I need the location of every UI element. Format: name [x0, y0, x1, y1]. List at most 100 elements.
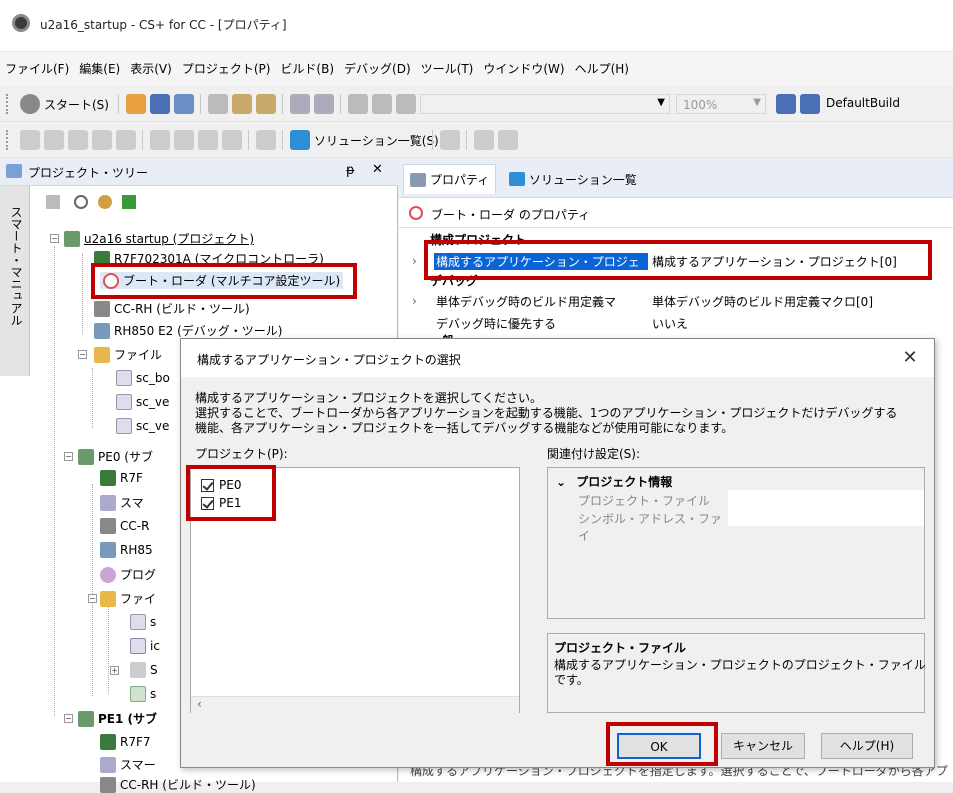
solution-icon[interactable]: [290, 130, 310, 150]
chevron-right-icon[interactable]: ›: [412, 254, 434, 268]
chevron-down-icon[interactable]: ▼: [657, 97, 665, 108]
menu-project[interactable]: プロジェクト(P): [177, 52, 276, 86]
tree-item-folder[interactable]: S: [130, 662, 158, 678]
find-all-icon[interactable]: [372, 94, 392, 114]
tree-item-file[interactable]: sc_ve: [116, 394, 169, 410]
menu-file[interactable]: ファイル(F): [0, 52, 74, 86]
step-icon[interactable]: [150, 130, 170, 150]
tree-item-file[interactable]: sc_bo: [116, 370, 170, 386]
tree-item-microcontroller[interactable]: R7F702301A (マイクロコントローラ): [94, 250, 324, 267]
project-list[interactable]: PE0 PE1 ‹: [190, 467, 520, 713]
tree-item-project[interactable]: u2a16 startup (プロジェクト): [64, 230, 254, 247]
step-icon[interactable]: [222, 130, 242, 150]
tree-item-files[interactable]: ファイル: [94, 346, 162, 363]
rebuild-icon[interactable]: [800, 94, 820, 114]
debug-icon[interactable]: [116, 130, 136, 150]
tool-icon[interactable]: [474, 130, 494, 150]
zoom-combo[interactable]: 100% ▼: [676, 94, 766, 114]
sort-icon[interactable]: [46, 195, 60, 209]
menu-build[interactable]: ビルド(B): [275, 52, 339, 86]
settings-value-symbol-file[interactable]: [728, 508, 924, 526]
tree-item-pe1-build[interactable]: CC-RH (ビルド・ツール): [100, 776, 256, 793]
checkbox-checked[interactable]: [201, 496, 214, 510]
project-checkbox-pe0[interactable]: PE0: [201, 478, 241, 492]
menu-help[interactable]: ヘルプ(H): [570, 52, 634, 86]
settings-value-project-file[interactable]: [728, 490, 924, 508]
settings-row-symbol-file[interactable]: シンボル・アドレス・ファイ: [578, 510, 728, 544]
menu-tools[interactable]: ツール(T): [416, 52, 479, 86]
find-icon[interactable]: [348, 94, 368, 114]
step-icon[interactable]: [174, 130, 194, 150]
chevron-down-icon[interactable]: ⌄: [556, 475, 566, 489]
solution-list-button[interactable]: ソリューション一覧(S): [314, 132, 439, 149]
toolbar-grip[interactable]: [6, 94, 10, 114]
property-row-app-projects[interactable]: › 構成するアプリケーション・プロジェ 構成するアプリケーション・プロジェクト[…: [412, 250, 952, 272]
smart-manual-tab[interactable]: スマート・マニュアル: [0, 186, 30, 376]
tree-item-pe0-debug[interactable]: RH85: [100, 542, 153, 558]
tree-item-pe1[interactable]: PE1 (サブ: [78, 710, 157, 727]
tree-item-pe0-program[interactable]: プログ: [100, 566, 156, 583]
refresh-icon[interactable]: [122, 195, 136, 209]
chevron-left-icon[interactable]: ‹: [197, 697, 202, 711]
ok-button[interactable]: OK: [617, 733, 701, 759]
settings-row-project-file[interactable]: プロジェクト・ファイル: [578, 492, 728, 509]
copy-icon[interactable]: [232, 94, 252, 114]
horizontal-scrollbar[interactable]: ‹: [191, 696, 519, 713]
tree-item-debug-tool[interactable]: RH850 E2 (デバッグ・ツール): [94, 322, 282, 339]
tree-item-pe0-smart[interactable]: スマ: [100, 494, 144, 511]
tree-item-file[interactable]: s: [130, 686, 156, 702]
tree-item-pe0[interactable]: PE0 (サブ: [78, 448, 153, 465]
tree-item-build-tool[interactable]: CC-RH (ビルド・ツール): [94, 300, 250, 317]
window-icon[interactable]: [256, 130, 276, 150]
debug-icon[interactable]: [92, 130, 112, 150]
build-icon[interactable]: [776, 94, 796, 114]
menu-edit[interactable]: 編集(E): [74, 52, 125, 86]
association-settings-grid[interactable]: ⌄ プロジェクト情報 プロジェクト・ファイル シンボル・アドレス・ファイ: [547, 467, 925, 619]
debug-icon[interactable]: [68, 130, 88, 150]
menu-view[interactable]: 表示(V): [125, 52, 177, 86]
property-row-build-macro[interactable]: › 単体デバッグ時のビルド用定義マ 単体デバッグ時のビルド用定義マクロ[0]: [412, 290, 952, 312]
settings-category[interactable]: ⌄ プロジェクト情報: [556, 473, 672, 490]
debug-icon[interactable]: [20, 130, 40, 150]
cut-icon[interactable]: [208, 94, 228, 114]
redo-icon[interactable]: [314, 94, 334, 114]
save-all-icon[interactable]: [174, 94, 194, 114]
help-button[interactable]: ヘルプ(H): [821, 733, 913, 759]
start-icon[interactable]: [20, 94, 40, 114]
tree-item-pe0-build[interactable]: CC-R: [100, 518, 149, 534]
tree-item-pe0-files[interactable]: ファイ: [100, 590, 156, 607]
property-row-debug-priority[interactable]: デバッグ時に優先する いいえ: [412, 312, 952, 334]
replace-icon[interactable]: [396, 94, 416, 114]
tree-item-pe1-smart[interactable]: スマー: [100, 756, 156, 773]
project-checkbox-pe1[interactable]: PE1: [201, 496, 241, 510]
tree-item-pe1-mcu[interactable]: R7F7: [100, 734, 151, 750]
tool-icon[interactable]: [440, 130, 460, 150]
tool-icon[interactable]: [498, 130, 518, 150]
search-combo[interactable]: ▼: [420, 94, 670, 114]
close-icon[interactable]: ✕: [899, 347, 921, 369]
paste-icon[interactable]: [256, 94, 276, 114]
tree-item-pe0-mcu[interactable]: R7F: [100, 470, 143, 486]
checkbox-checked[interactable]: [201, 478, 214, 492]
menu-window[interactable]: ウインドウ(W): [478, 52, 569, 86]
debug-icon[interactable]: [44, 130, 64, 150]
open-icon[interactable]: [126, 94, 146, 114]
chevron-down-icon[interactable]: ▼: [753, 97, 761, 108]
tree-item-file[interactable]: s: [130, 614, 156, 630]
tree-item-bootloader[interactable]: ブート・ローダ (マルチコア設定ツール): [100, 272, 344, 289]
close-icon[interactable]: ✕: [372, 162, 383, 177]
cancel-button[interactable]: キャンセル: [721, 733, 805, 759]
category-composition[interactable]: 構成プロジェクト: [430, 231, 953, 248]
clock-icon[interactable]: [74, 195, 88, 209]
category-debug[interactable]: デバッグ: [430, 272, 953, 289]
tab-solution-list[interactable]: ソリューション一覧: [503, 164, 643, 194]
pin-icon[interactable]: ᵽ: [346, 163, 355, 178]
save-icon[interactable]: [150, 94, 170, 114]
build-config[interactable]: DefaultBuild: [826, 96, 900, 110]
user-icon[interactable]: [98, 195, 112, 209]
start-button[interactable]: スタート(S): [44, 96, 109, 113]
undo-icon[interactable]: [290, 94, 310, 114]
tab-properties[interactable]: プロパティ: [403, 164, 497, 194]
menu-debug[interactable]: デバッグ(D): [339, 52, 416, 86]
tree-item-file[interactable]: sc_ve: [116, 418, 169, 434]
